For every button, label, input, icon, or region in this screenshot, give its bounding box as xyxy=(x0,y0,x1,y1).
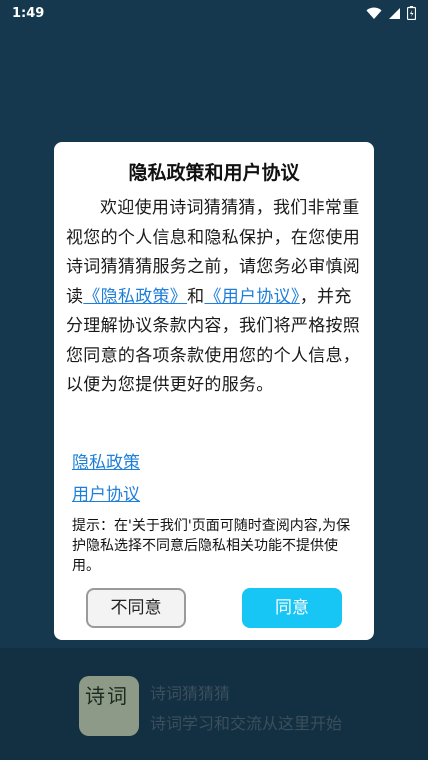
privacy-dialog: 隐私政策和用户协议 欢迎使用诗词猜猜猜，我们非常重视您的个人信息和隐私保护，在您… xyxy=(54,142,374,640)
agree-button[interactable]: 同意 xyxy=(242,588,342,628)
battery-icon xyxy=(407,6,416,20)
app-slogan: 诗词学习和交流从这里开始 xyxy=(150,714,343,733)
dialog-body-and: 和 xyxy=(187,286,205,307)
status-time: 1:49 xyxy=(12,5,45,21)
inline-privacy-policy-link[interactable]: 《隐私政策》 xyxy=(83,287,187,307)
dialog-tip: 提示：在'关于我们'页面可随时查阅内容,为保护隐私选择不同意后隐私相关功能不提供… xyxy=(72,518,351,574)
app-logo: 诗词 xyxy=(79,676,139,736)
status-bar: 1:49 xyxy=(0,0,428,26)
dialog-body: 欢迎使用诗词猜猜猜，我们非常重视您的个人信息和隐私保护，在您使用诗词猜猜猜服务之… xyxy=(66,194,362,401)
disagree-button[interactable]: 不同意 xyxy=(86,588,186,628)
dialog-title: 隐私政策和用户协议 xyxy=(128,162,300,184)
status-icons xyxy=(366,6,416,20)
signal-icon xyxy=(389,7,400,19)
wifi-icon xyxy=(366,7,382,19)
inline-user-agreement-link[interactable]: 《用户协议》 xyxy=(204,287,299,307)
splash-footer xyxy=(0,648,428,760)
app-logo-text: 诗词 xyxy=(85,684,129,708)
app-name: 诗词猜猜猜 xyxy=(150,684,231,703)
user-agreement-link[interactable]: 用户协议 xyxy=(72,480,140,505)
privacy-policy-link[interactable]: 隐私政策 xyxy=(72,448,140,473)
